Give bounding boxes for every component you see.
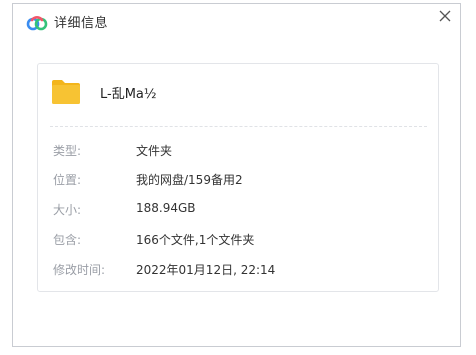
location-label: 位置: — [53, 173, 82, 187]
type-value: 文件夹 — [136, 144, 173, 158]
detail-row-modified: 修改时间: 2022年01月12日, 22:14 — [38, 261, 438, 281]
close-icon[interactable] — [436, 7, 454, 25]
detail-row-location: 位置: 我的网盘/159备用2 — [38, 171, 438, 191]
detail-row-type: 类型: 文件夹 — [38, 142, 438, 162]
folder-icon — [52, 80, 80, 104]
size-value: 188.94GB — [136, 201, 196, 215]
contains-label: 包含: — [53, 233, 82, 247]
size-label: 大小: — [53, 203, 82, 217]
divider — [50, 126, 427, 127]
modified-time-label: 修改时间: — [53, 263, 106, 277]
detail-row-contains: 包含: 166个文件,1个文件夹 — [38, 231, 438, 251]
dialog-title: 详细信息 — [54, 16, 109, 31]
detail-row-size: 大小: 188.94GB — [38, 201, 438, 221]
details-dialog: 详细信息 L-乱Ma½ 类型: 文件夹 位置: 我的网盘/159备用2 大小: — [12, 3, 461, 347]
dialog-titlebar: 详细信息 — [13, 4, 460, 42]
baidu-netdisk-cloud-icon — [26, 16, 48, 31]
file-info-card: L-乱Ma½ 类型: 文件夹 位置: 我的网盘/159备用2 大小: 188.9… — [37, 63, 439, 292]
file-name: L-乱Ma½ — [100, 87, 157, 102]
contains-value: 166个文件,1个文件夹 — [136, 233, 255, 247]
location-value: 我的网盘/159备用2 — [136, 173, 243, 187]
modified-time-value: 2022年01月12日, 22:14 — [136, 263, 276, 277]
type-label: 类型: — [53, 144, 82, 158]
file-header: L-乱Ma½ — [38, 64, 438, 124]
